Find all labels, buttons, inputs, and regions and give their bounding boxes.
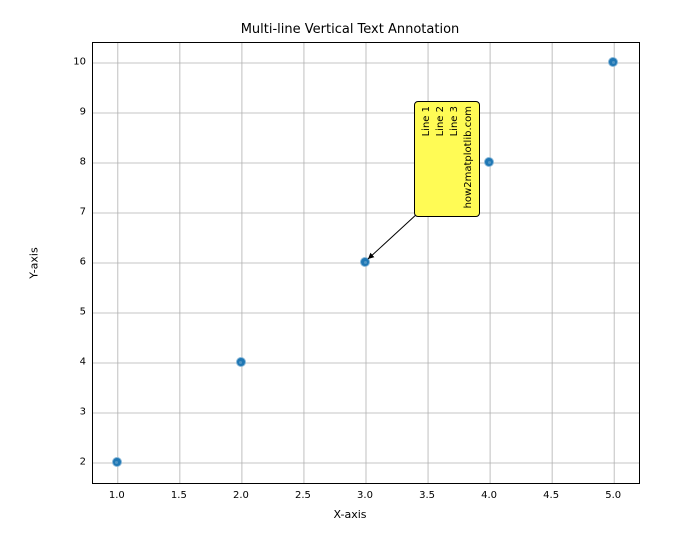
ytick-label: 6: [56, 257, 86, 268]
scatter-point: [236, 357, 246, 367]
xtick-label: 4.5: [543, 490, 559, 501]
ytick-label: 9: [56, 107, 86, 118]
xtick-label: 1.0: [109, 490, 125, 501]
figure: Multi-line Vertical Text Annotation 1.0 …: [0, 0, 700, 560]
annotation-line: Line 1: [421, 106, 433, 136]
annotation-line: Line 3: [449, 106, 461, 136]
ytick-label: 4: [56, 357, 86, 368]
ytick-label: 8: [56, 157, 86, 168]
xtick-label: 3.5: [419, 490, 435, 501]
xtick-label: 3.0: [357, 490, 373, 501]
ytick-label: 3: [56, 407, 86, 418]
annotation-box: Line 1 Line 2 Line 3 how2matplotlib.com: [414, 101, 480, 217]
annotation-line: Line 2: [435, 106, 447, 136]
xtick-label: 1.5: [171, 490, 187, 501]
y-axis-label: Y-axis: [28, 247, 41, 278]
xtick-label: 4.0: [481, 490, 497, 501]
ytick-label: 7: [56, 207, 86, 218]
x-axis-label: X-axis: [0, 508, 700, 521]
xtick-label: 2.0: [233, 490, 249, 501]
xtick-label: 2.5: [295, 490, 311, 501]
annotation-line: how2matplotlib.com: [463, 106, 475, 208]
scatter-point: [112, 457, 122, 467]
xtick-label: 5.0: [605, 490, 621, 501]
ytick-label: 2: [56, 457, 86, 468]
scatter-point: [360, 257, 370, 267]
ytick-label: 10: [56, 57, 86, 68]
chart-title: Multi-line Vertical Text Annotation: [0, 22, 700, 37]
ytick-label: 5: [56, 307, 86, 318]
annotation-text: Line 1 Line 2 Line 3 how2matplotlib.com: [421, 106, 473, 208]
